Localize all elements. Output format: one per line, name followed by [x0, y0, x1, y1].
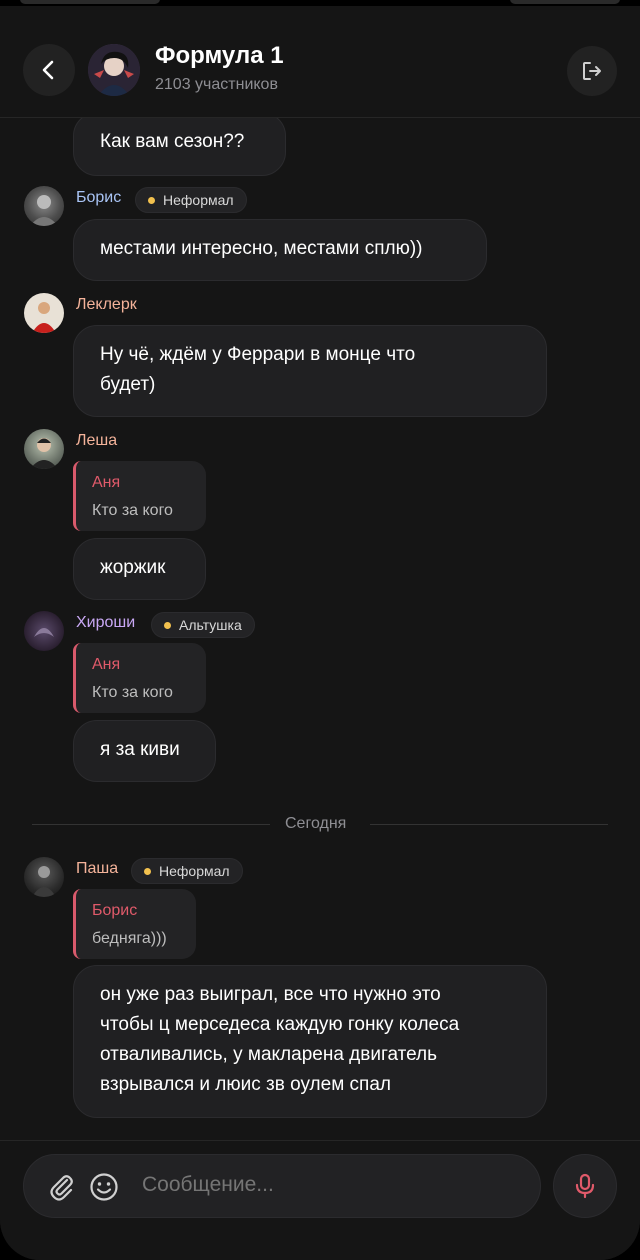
sender-name[interactable]: Паша	[76, 860, 118, 878]
reply-author: Борис	[92, 902, 138, 919]
status-badge: Неформал	[135, 187, 247, 213]
message-text: жоржик	[100, 557, 166, 578]
chat-header: Формула 1 2103 участников	[0, 0, 640, 118]
avatar[interactable]	[24, 186, 64, 226]
member-count: 2103 участников	[155, 76, 278, 93]
sender-name[interactable]: Хироши	[76, 614, 135, 632]
badge-dot-icon	[144, 868, 151, 875]
group-avatar-image	[88, 44, 140, 96]
message-text-line: он уже раз выиграл, все что нужно это	[100, 984, 441, 1005]
avatar[interactable]	[24, 611, 64, 651]
message-bubble[interactable]: Ну чё, ждём у Феррари в монце что будет)	[73, 325, 547, 417]
back-button[interactable]	[23, 44, 75, 96]
message-input-container[interactable]	[23, 1154, 541, 1218]
badge-dot-icon	[148, 197, 155, 204]
avatar[interactable]	[24, 857, 64, 897]
sender-name[interactable]: Борис	[76, 189, 121, 207]
group-avatar[interactable]	[88, 44, 140, 96]
badge-dot-icon	[164, 622, 171, 629]
divider-line	[32, 824, 270, 825]
emoji-icon[interactable]	[88, 1171, 120, 1203]
reply-quote[interactable]: Аня Кто за кого	[73, 461, 206, 531]
reply-text: бедняга)))	[92, 930, 167, 947]
microphone-icon	[575, 1173, 595, 1199]
reply-quote[interactable]: Борис бедняга)))	[73, 889, 196, 959]
message-bubble[interactable]: я за киви	[73, 720, 216, 782]
message-text: местами интересно, местами сплю))	[100, 238, 423, 259]
message-bubble[interactable]: Как вам сезон??	[73, 118, 286, 176]
status-badge: Неформал	[131, 858, 243, 884]
logout-icon	[583, 62, 601, 80]
avatar[interactable]	[24, 293, 64, 333]
leave-chat-button[interactable]	[567, 46, 617, 96]
message-text-line: Ну чё, ждём у Феррари в монце что	[100, 344, 416, 365]
reply-author: Аня	[92, 474, 121, 491]
paperclip-icon[interactable]	[46, 1171, 78, 1203]
voice-message-button[interactable]	[553, 1154, 617, 1218]
message-input[interactable]	[142, 1173, 522, 1197]
date-divider: Сегодня	[285, 815, 347, 832]
status-strip	[0, 0, 640, 6]
status-badge: Альтушка	[151, 612, 255, 638]
reply-text: Кто за кого	[92, 684, 173, 701]
reply-quote[interactable]: Аня Кто за кого	[73, 643, 206, 713]
message-bubble[interactable]: жоржик	[73, 538, 206, 600]
message-feed[interactable]: Как вам сезон?? Борис Неформал местами и…	[0, 118, 640, 1140]
sender-name[interactable]: Леклерк	[76, 296, 137, 314]
message-text-line: чтобы ц мерседеса каждую гонку колеса	[100, 1014, 460, 1035]
chat-screen: Формула 1 2103 участников Как вам сезон?…	[0, 0, 640, 1260]
avatar[interactable]	[24, 429, 64, 469]
divider-line	[370, 824, 608, 825]
reply-author: Аня	[92, 656, 121, 673]
message-text-line: отваливались, у макларена двигатель	[100, 1044, 438, 1065]
reply-text: Кто за кого	[92, 502, 173, 519]
composer	[0, 1140, 640, 1260]
group-title: Формула 1	[155, 42, 284, 69]
message-text: я за киви	[100, 739, 180, 760]
chevron-left-icon	[42, 60, 54, 80]
message-text: Как вам сезон??	[100, 131, 245, 152]
message-text-line: взрывался и люис зв оулем спал	[100, 1074, 391, 1095]
message-bubble[interactable]: местами интересно, местами сплю))	[73, 219, 487, 281]
message-bubble[interactable]: он уже раз выиграл, все что нужно это чт…	[73, 965, 547, 1118]
sender-name[interactable]: Леша	[76, 432, 117, 450]
message-text-line: будет)	[100, 374, 156, 395]
